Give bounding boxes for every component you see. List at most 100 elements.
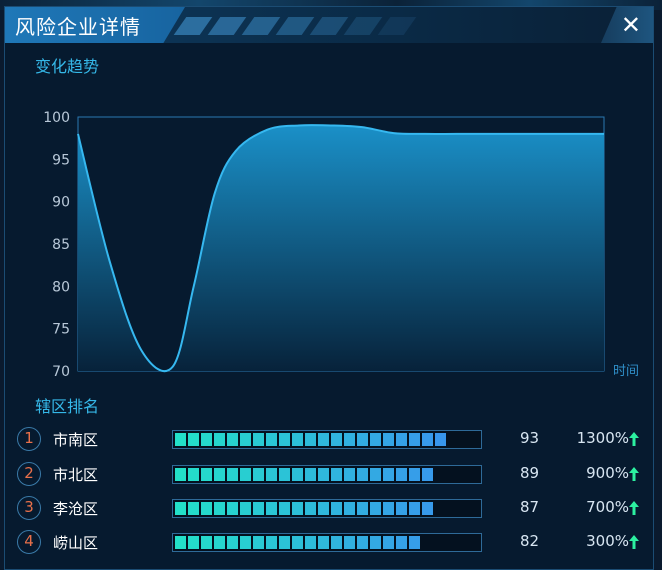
bar-segment <box>188 468 199 481</box>
bar-segment <box>344 502 355 515</box>
bar-segment <box>240 468 251 481</box>
bar-segment <box>292 433 303 446</box>
bar-segment <box>188 536 199 549</box>
bar-segment <box>396 468 407 481</box>
bar-segment <box>344 468 355 481</box>
stripe <box>173 17 213 35</box>
close-button[interactable]: ✕ <box>601 7 653 43</box>
rank-number: 4 <box>17 530 41 554</box>
score-bar <box>172 499 482 518</box>
bar-segment <box>305 468 316 481</box>
y-tick-label: 100 <box>43 110 70 126</box>
bar-segment <box>292 468 303 481</box>
district-name: 崂山区 <box>53 534 99 552</box>
bar-segment <box>292 502 303 515</box>
arrow-up-icon <box>629 501 639 515</box>
bar-segment <box>201 536 212 549</box>
bar-segment <box>383 433 394 446</box>
arrow-up-icon <box>629 535 639 549</box>
trend-chart-svg: 100 95 90 85 80 75 70 时间 <box>43 110 639 380</box>
bar-segment <box>279 502 290 515</box>
bar-segment <box>266 433 277 446</box>
bar-segment <box>175 433 186 446</box>
ranking-row: 4 崂山区 82 300% <box>5 530 655 556</box>
bar-segment <box>305 502 316 515</box>
stripe <box>377 17 417 35</box>
bar-segment <box>357 502 368 515</box>
bar-segment <box>175 536 186 549</box>
bar-segment <box>331 536 342 549</box>
bar-segment <box>383 502 394 515</box>
bar-segment <box>227 536 238 549</box>
bar-segment <box>331 502 342 515</box>
bar-segment <box>318 468 329 481</box>
score-bar <box>172 430 482 449</box>
bar-segment <box>370 536 381 549</box>
bar-segment <box>266 536 277 549</box>
bar-segment <box>266 468 277 481</box>
close-icon[interactable]: ✕ <box>621 11 641 39</box>
stripe <box>343 17 383 35</box>
bar-segment <box>318 502 329 515</box>
bar-segment <box>396 502 407 515</box>
header-decoration-stripes <box>173 17 420 35</box>
stripe <box>241 17 281 35</box>
bar-segment <box>201 502 212 515</box>
growth-percent: 1300% <box>576 429 629 447</box>
bar-segment <box>409 468 420 481</box>
bar-segment <box>253 468 264 481</box>
district-score: 89 <box>520 464 540 482</box>
bar-segment <box>253 502 264 515</box>
bar-segment <box>435 433 446 446</box>
trend-section-title: 变化趋势 <box>35 57 100 76</box>
bar-segment <box>409 536 420 549</box>
bar-segment <box>279 536 290 549</box>
bar-segment <box>331 468 342 481</box>
bar-segment <box>422 433 433 446</box>
y-tick-label: 90 <box>52 195 70 211</box>
ranking-row: 3 李沧区 87 700% <box>5 496 655 522</box>
ranking-row: 2 市北区 89 900% <box>5 462 655 488</box>
bar-segment <box>266 502 277 515</box>
bar-segment <box>318 536 329 549</box>
trend-area <box>78 125 604 372</box>
growth-percent: 900% <box>586 464 629 482</box>
bar-segment <box>383 468 394 481</box>
y-tick-label: 70 <box>52 364 70 380</box>
bar-segment <box>214 433 225 446</box>
bar-segment <box>227 502 238 515</box>
bar-segment <box>331 433 342 446</box>
bar-segment <box>279 468 290 481</box>
y-tick-label: 75 <box>52 322 70 338</box>
bar-segment <box>188 502 199 515</box>
rank-number: 2 <box>17 462 41 486</box>
bar-segment <box>227 433 238 446</box>
bar-segment <box>175 468 186 481</box>
bar-segment <box>396 536 407 549</box>
arrow-up-icon <box>629 467 639 481</box>
bar-segment <box>188 433 199 446</box>
bar-segment <box>240 536 251 549</box>
bar-segment <box>214 468 225 481</box>
arrow-up-icon <box>629 432 639 446</box>
growth-percent: 300% <box>586 532 629 550</box>
trend-chart: 100 95 90 85 80 75 70 时间 <box>5 103 655 393</box>
bar-segment <box>227 468 238 481</box>
score-bar <box>172 465 482 484</box>
bar-segment <box>201 433 212 446</box>
y-tick-label: 85 <box>52 237 70 253</box>
bar-segment <box>422 502 433 515</box>
bar-segment <box>383 536 394 549</box>
bar-segment <box>240 433 251 446</box>
bar-segment <box>370 468 381 481</box>
bar-segment <box>370 433 381 446</box>
risk-enterprise-detail-dialog: 风险企业详情 ✕ 变化趋势 100 95 90 85 80 75 70 时间 辖… <box>4 6 654 570</box>
rank-number: 3 <box>17 496 41 520</box>
score-bar <box>172 533 482 552</box>
growth-percent: 700% <box>586 498 629 516</box>
x-axis-label: 时间 <box>613 364 639 379</box>
bar-segment <box>214 536 225 549</box>
stripe <box>309 17 349 35</box>
bar-segment <box>370 502 381 515</box>
bar-segment <box>396 433 407 446</box>
